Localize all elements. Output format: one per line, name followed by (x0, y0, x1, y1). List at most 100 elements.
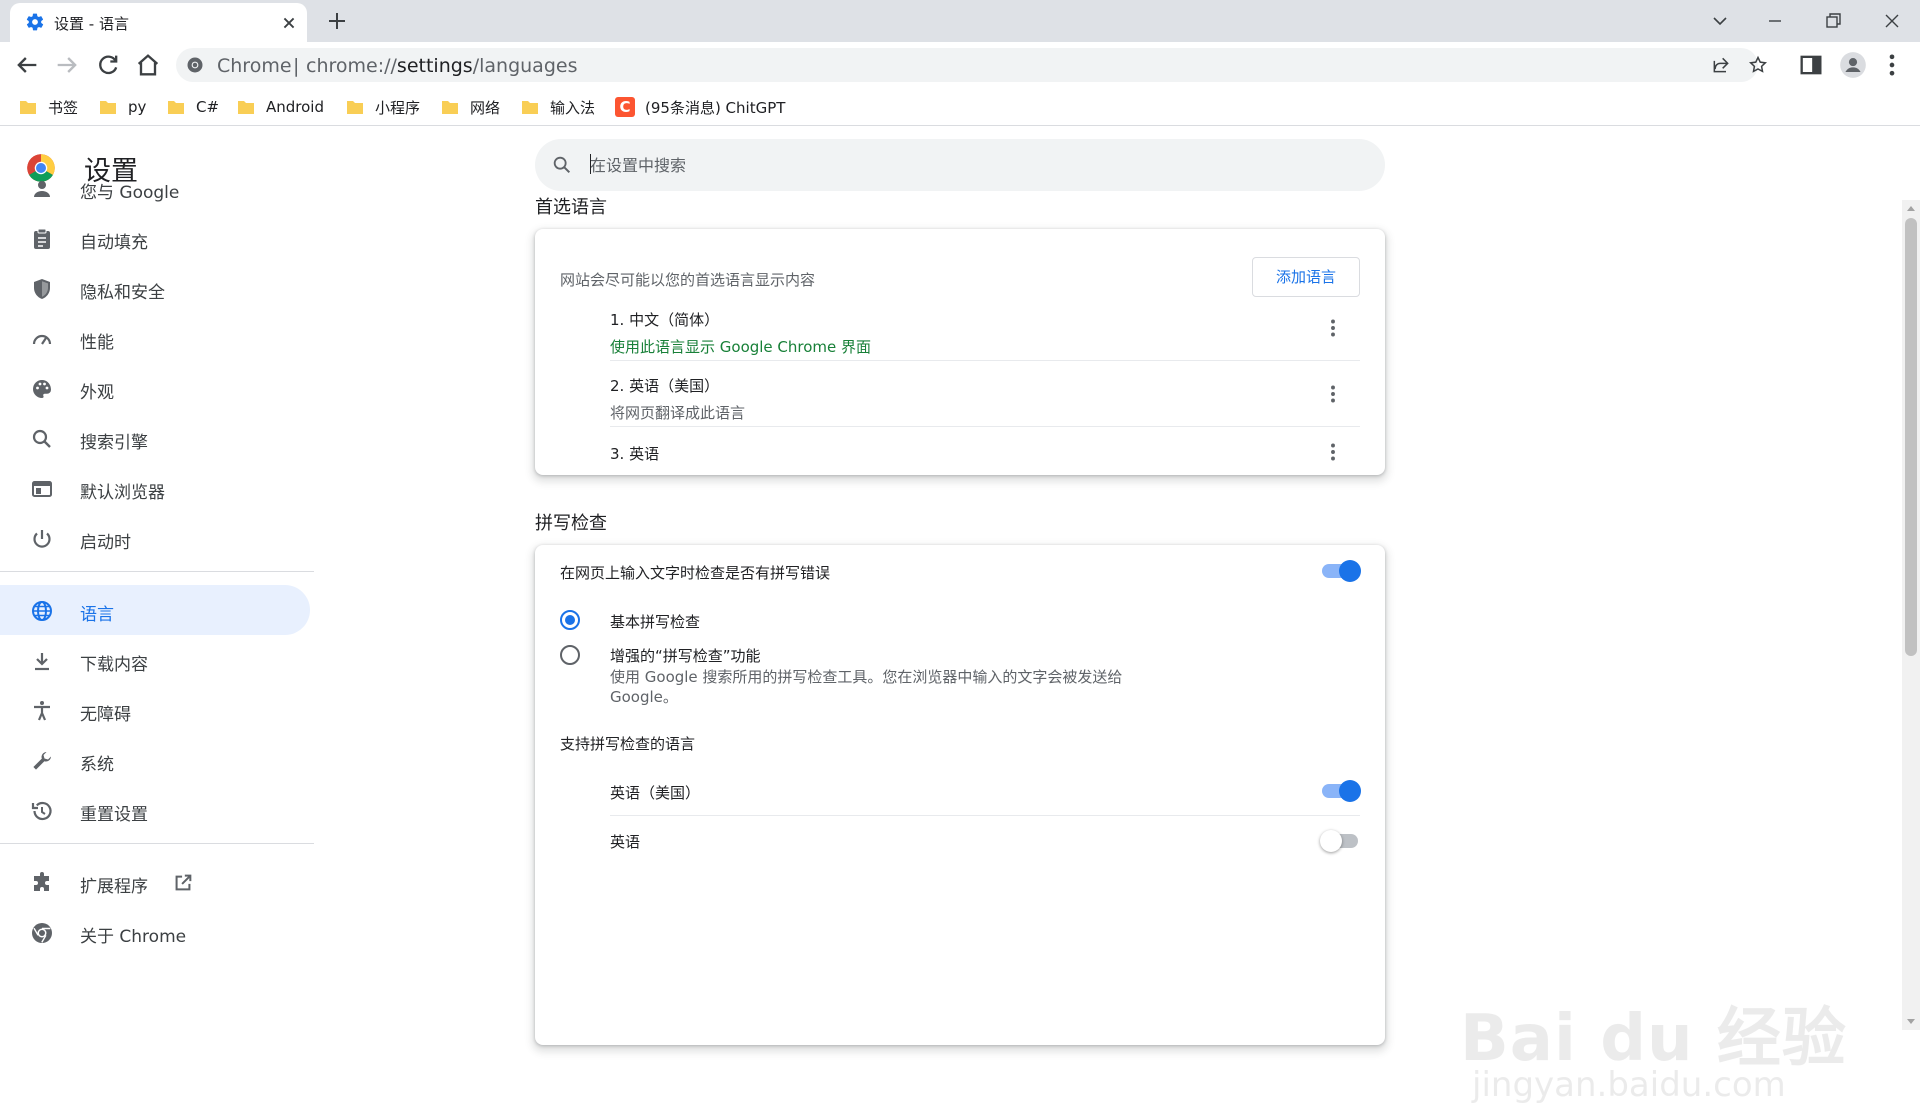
sidebar-item-you-and-google[interactable]: 您与 Google (0, 163, 310, 213)
sidebar-item-performance[interactable]: 性能 (0, 313, 310, 363)
forward-arrow-icon[interactable] (53, 51, 81, 79)
tab-strip: 设置 - 语言 (0, 0, 1920, 42)
person-icon (34, 181, 50, 197)
sidebar-divider (0, 571, 314, 572)
spellcheck-toggle-label: 在网页上输入文字时检查是否有拼写错误 (560, 564, 831, 582)
sidebar-item-default-browser[interactable]: 默认浏览器 (0, 463, 310, 513)
settings-search[interactable] (535, 139, 1385, 191)
sidebar-item-system[interactable]: 系统 (0, 735, 310, 785)
bookmark-item[interactable]: C (95条消息) ChitGPT (615, 96, 785, 118)
back-arrow-icon[interactable] (13, 51, 41, 79)
site-name: Chrome (217, 55, 292, 77)
tab-title: 设置 - 语言 (54, 15, 129, 33)
browser-window-icon (32, 481, 52, 497)
section-title-spellcheck: 拼写检查 (535, 513, 607, 534)
preferred-languages-card: 网站会尽可能以您的首选语言显示内容 添加语言 1. 中文（简体） 使用此语言显示… (535, 229, 1385, 475)
sidebar-item-accessibility[interactable]: 无障碍 (0, 685, 310, 735)
spellcheck-card: 在网页上输入文字时检查是否有拼写错误 基本拼写检查 增强的“拼写检查”功能 使用… (535, 545, 1385, 1045)
sidebar-item-reset[interactable]: 重置设置 (0, 785, 310, 835)
address-bar[interactable]: Chrome | chrome://settings/languages (176, 48, 1768, 82)
open-in-new-icon (175, 874, 192, 891)
row-divider (610, 360, 1360, 361)
more-vert-icon[interactable] (1320, 439, 1346, 465)
folder-icon (100, 101, 116, 114)
power-icon (33, 530, 51, 548)
address-separator: | (293, 55, 300, 77)
language-row: 2. 英语（美国） 将网页翻译成此语言 (610, 377, 746, 422)
kebab-menu-icon[interactable] (1878, 51, 1906, 79)
sidebar-item-autofill[interactable]: 自动填充 (0, 213, 310, 263)
bookmark-item[interactable]: 书签 (20, 96, 78, 118)
more-vert-icon[interactable] (1320, 315, 1346, 341)
spellcheck-language-toggle[interactable] (1320, 829, 1360, 852)
sidebar-item-appearance[interactable]: 外观 (0, 363, 310, 413)
preferred-languages-description: 网站会尽可能以您的首选语言显示内容 (560, 271, 816, 289)
clipboard-icon (34, 228, 50, 249)
folder-icon (442, 101, 458, 114)
bookmark-item[interactable]: Android (238, 96, 324, 118)
sidebar-item-privacy[interactable]: 隐私和安全 (0, 263, 310, 313)
window-close-icon[interactable] (1877, 6, 1907, 36)
toolbar: Chrome | chrome://settings/languages (0, 42, 1920, 88)
gear-icon (26, 13, 44, 31)
close-icon[interactable] (278, 12, 300, 34)
new-tab-icon[interactable] (325, 9, 349, 33)
search-input[interactable] (590, 151, 1290, 179)
bookmark-item[interactable]: 网络 (442, 96, 500, 118)
folder-icon (522, 101, 538, 114)
csdn-icon: C (615, 97, 635, 117)
spellcheck-language-label: 英语（美国） (610, 784, 701, 802)
speedometer-icon (32, 334, 52, 345)
reload-icon[interactable] (94, 51, 122, 79)
page-scrollbar[interactable] (1902, 200, 1920, 1030)
sidebar-divider (0, 843, 314, 844)
side-panel-icon[interactable] (1797, 51, 1825, 79)
bookmark-item[interactable]: 输入法 (522, 96, 595, 118)
bookmarks-bar: 书签 py C# Android 小程序 网络 输入法 C (95条消息) Ch… (0, 88, 1920, 126)
scrollbar-thumb[interactable] (1905, 218, 1917, 656)
add-language-button[interactable]: 添加语言 (1252, 257, 1360, 297)
scroll-down-arrow-icon[interactable] (1907, 1019, 1915, 1024)
more-vert-icon[interactable] (1320, 381, 1346, 407)
section-title-preferred-languages: 首选语言 (535, 197, 607, 218)
url-text: chrome://settings/languages (306, 55, 578, 77)
minimize-icon[interactable] (1760, 6, 1790, 36)
home-icon[interactable] (134, 51, 162, 79)
chrome-icon (32, 923, 52, 943)
sidebar-item-about-chrome[interactable]: 关于 Chrome (0, 907, 310, 957)
tab-settings[interactable]: 设置 - 语言 (10, 3, 307, 42)
basic-spellcheck-radio[interactable] (560, 610, 580, 630)
spellcheck-language-toggle[interactable] (1320, 779, 1361, 802)
text-caret (590, 154, 591, 174)
chevron-down-icon[interactable] (1705, 6, 1735, 36)
sidebar-item-downloads[interactable]: 下载内容 (0, 635, 310, 685)
language-row: 1. 中文（简体） 使用此语言显示 Google Chrome 界面 (610, 311, 872, 356)
search-icon (553, 156, 571, 174)
spellcheck-toggle[interactable] (1320, 559, 1361, 582)
row-divider (610, 815, 1360, 816)
bookmark-item[interactable]: py (100, 96, 146, 118)
puzzle-icon (34, 872, 49, 891)
row-divider (610, 426, 1360, 427)
bookmark-star-icon[interactable] (1748, 55, 1768, 75)
bookmark-item[interactable]: 小程序 (347, 96, 420, 118)
sidebar-item-languages[interactable]: 语言 (0, 585, 310, 635)
scroll-up-arrow-icon[interactable] (1907, 206, 1915, 211)
enhanced-spellcheck-description: 使用 Google 搜索所用的拼写检查工具。您在浏览器中输入的文字会被发送给 (610, 668, 1123, 686)
shield-icon (34, 279, 50, 299)
share-icon[interactable] (1711, 55, 1731, 75)
enhanced-spellcheck-label: 增强的“拼写检查”功能 (610, 647, 761, 665)
baidu-jingyan-watermark: Bai du 经验 jingyan.baidu.com (1460, 1002, 1847, 1105)
enhanced-spellcheck-radio[interactable] (560, 645, 580, 665)
accessibility-icon (34, 701, 50, 721)
profile-avatar-icon[interactable] (1839, 51, 1867, 79)
spellcheck-language-label: 英语 (610, 833, 641, 851)
restore-icon[interactable] (1818, 6, 1848, 36)
sidebar-item-on-startup[interactable]: 启动时 (0, 513, 310, 563)
sidebar-item-extensions[interactable]: 扩展程序 (0, 857, 310, 907)
sidebar-item-search-engine[interactable]: 搜索引擎 (0, 413, 310, 463)
history-icon (31, 801, 52, 821)
bookmark-item[interactable]: C# (168, 96, 219, 118)
download-icon (35, 653, 49, 671)
search-icon (32, 429, 51, 448)
